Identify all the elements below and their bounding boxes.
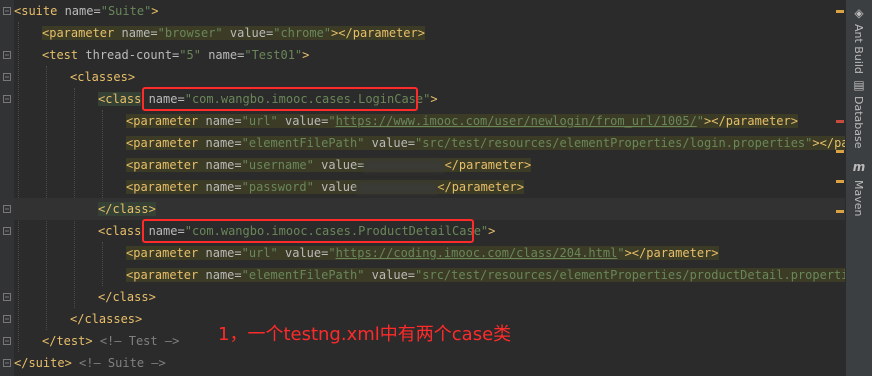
maven-icon: m [852,160,866,174]
code-line: <parameter name="elementFilePath" value=… [126,132,846,154]
url-link[interactable]: https://coding.imooc.com/class/204.html [336,246,618,260]
fold-icon[interactable] [3,359,11,367]
fold-icon[interactable] [3,7,11,15]
ant-icon: ◈ [854,6,864,20]
error-stripe-marker[interactable] [836,120,844,123]
redacted-value [364,159,445,172]
error-stripe-marker[interactable] [836,10,844,13]
error-stripe-marker[interactable] [836,210,844,213]
fold-icon[interactable] [3,205,11,213]
code-line: <parameter name="elementFilePath" value=… [126,264,846,286]
highlight-box-logincase [142,87,418,111]
tool-tab-database[interactable]: ▤ Database [846,76,872,168]
fold-icon[interactable] [3,73,11,81]
url-link[interactable]: https://www.imooc.com/user/newlogin/from… [336,114,697,128]
fold-icon[interactable] [3,227,11,235]
code-line: <parameter name="password" value </parame… [126,180,524,194]
fold-icon[interactable] [3,315,11,323]
database-icon: ▤ [853,78,865,92]
fold-icon[interactable] [3,293,11,301]
annotation-note: 1，一个testng.xml中有两个case类 [218,324,512,345]
editor-gutter [0,0,14,376]
code-line: </class> [98,290,156,304]
error-stripe-marker[interactable] [836,180,844,183]
code-line: <parameter name="username" value= </param… [126,158,532,172]
tool-window-bar: ◈ Ant Build ▤ Database m Maven [845,0,872,376]
code-line: <parameter name="browser" value="chrome"… [42,26,425,40]
fold-icon[interactable] [3,51,11,59]
code-line: <suite name="Suite"> [14,4,159,18]
fold-icon[interactable] [3,95,11,103]
code-line: <parameter name="url" value="https://cod… [126,246,719,260]
highlight-box-productdetailcase [142,219,474,243]
current-line: </class> [14,198,846,220]
code-line: <test thread-count="5" name="Test01"> [42,48,310,62]
code-line: </suite> <!— Suite —> [14,356,166,370]
code-line: <parameter name="url" value="https://www… [126,114,798,128]
tool-tab-maven[interactable]: m Maven [846,158,872,228]
redacted-value [357,181,438,194]
code-line: </classes> [70,312,143,326]
code-line: <classes> [70,70,136,84]
code-line: </test> <!— Test —> [42,334,180,348]
error-stripe-marker[interactable] [836,150,844,153]
fold-icon[interactable] [3,337,11,345]
